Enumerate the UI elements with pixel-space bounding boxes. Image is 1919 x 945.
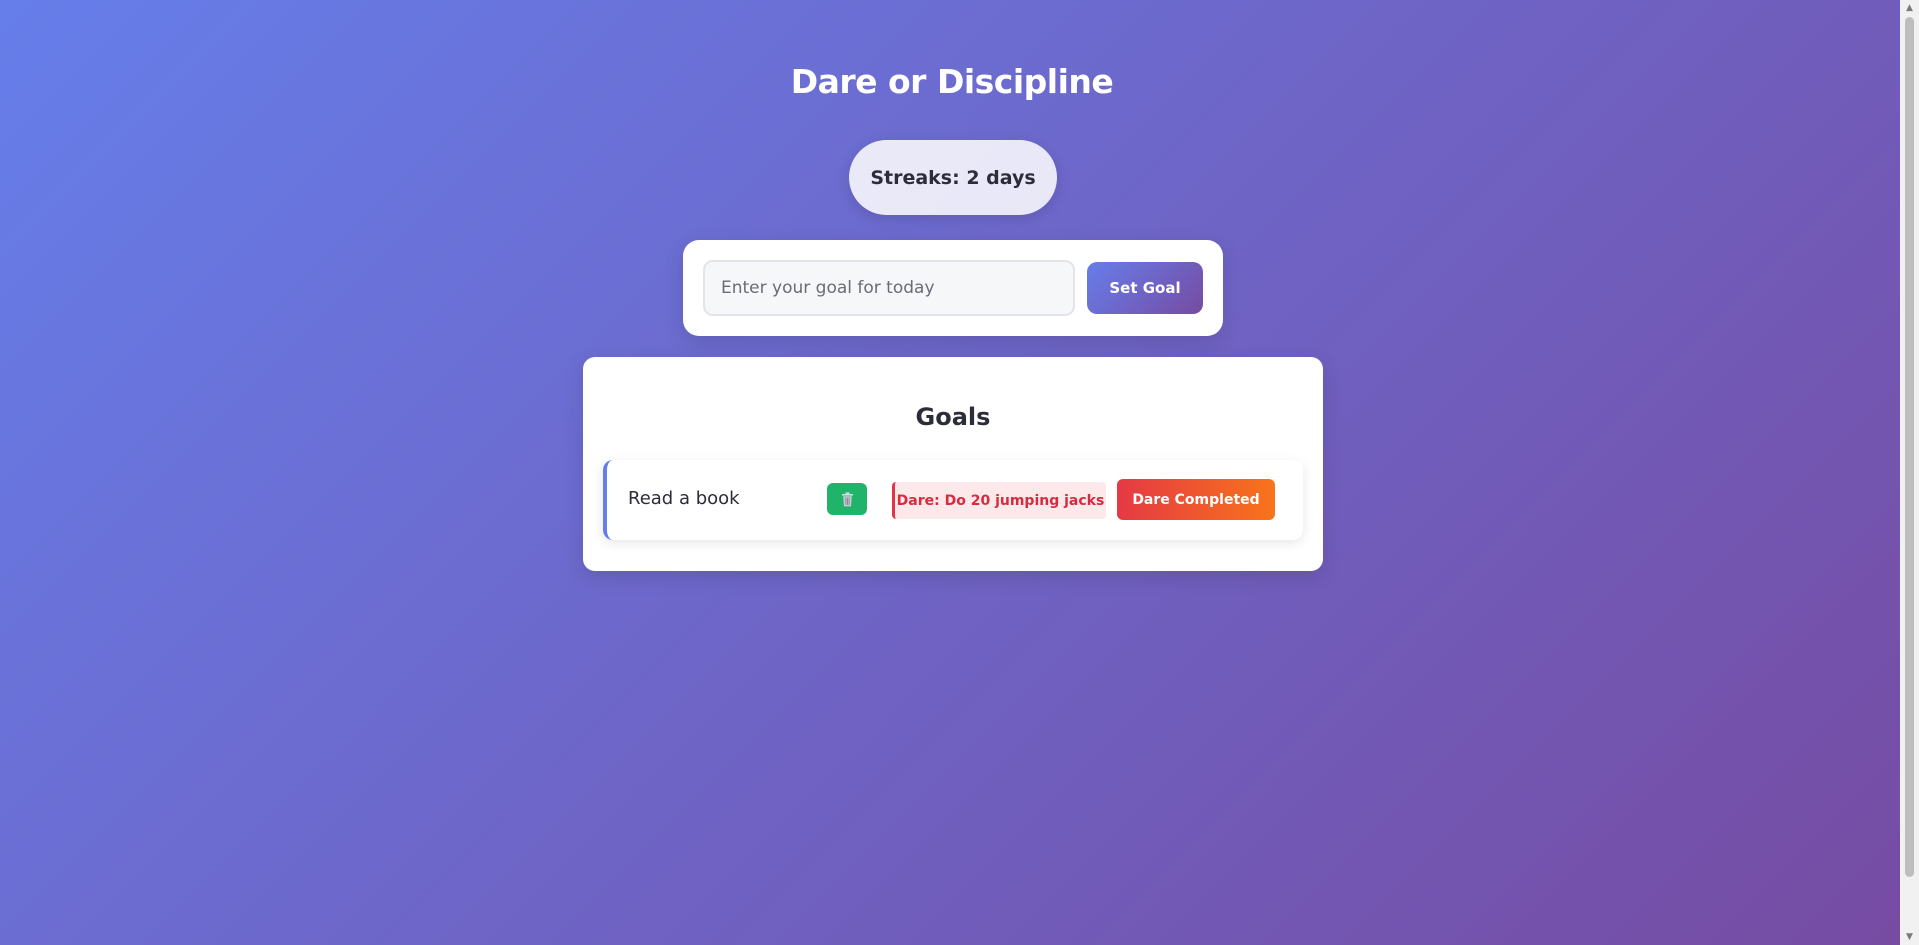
goals-panel: Goals Read a book Dare: Do 20 jumping ja…	[583, 357, 1323, 571]
dare-tag: Dare: Do 20 jumping jacks	[892, 482, 1106, 519]
streak-badge: Streaks: 2 days	[849, 140, 1057, 215]
goal-text: Read a book	[628, 488, 740, 509]
scroll-down-arrow-icon[interactable]: ▼	[1900, 929, 1919, 945]
goal-input[interactable]	[703, 260, 1075, 316]
page-title: Dare or Discipline	[790, 62, 1114, 101]
trash-icon	[841, 491, 853, 506]
goal-form: Set Goal	[683, 240, 1223, 336]
app-root: Dare or Discipline Streaks: 2 days Set G…	[0, 0, 1900, 945]
goal-item: Read a book Dare: Do 20 jumping jacks Da…	[603, 460, 1303, 540]
dare-label: Dare: Do 20 jumping jacks	[896, 492, 1105, 509]
goals-heading: Goals	[915, 403, 991, 431]
streak-label: Streaks: 2 days	[870, 166, 1036, 189]
scrollbar-thumb[interactable]	[1905, 17, 1914, 877]
set-goal-button[interactable]: Set Goal	[1087, 262, 1203, 314]
delete-goal-button[interactable]	[827, 483, 867, 515]
vertical-scrollbar[interactable]: ▲ ▼	[1900, 0, 1919, 945]
dare-completed-button[interactable]: Dare Completed	[1117, 479, 1275, 520]
scroll-up-arrow-icon[interactable]: ▲	[1900, 0, 1919, 16]
